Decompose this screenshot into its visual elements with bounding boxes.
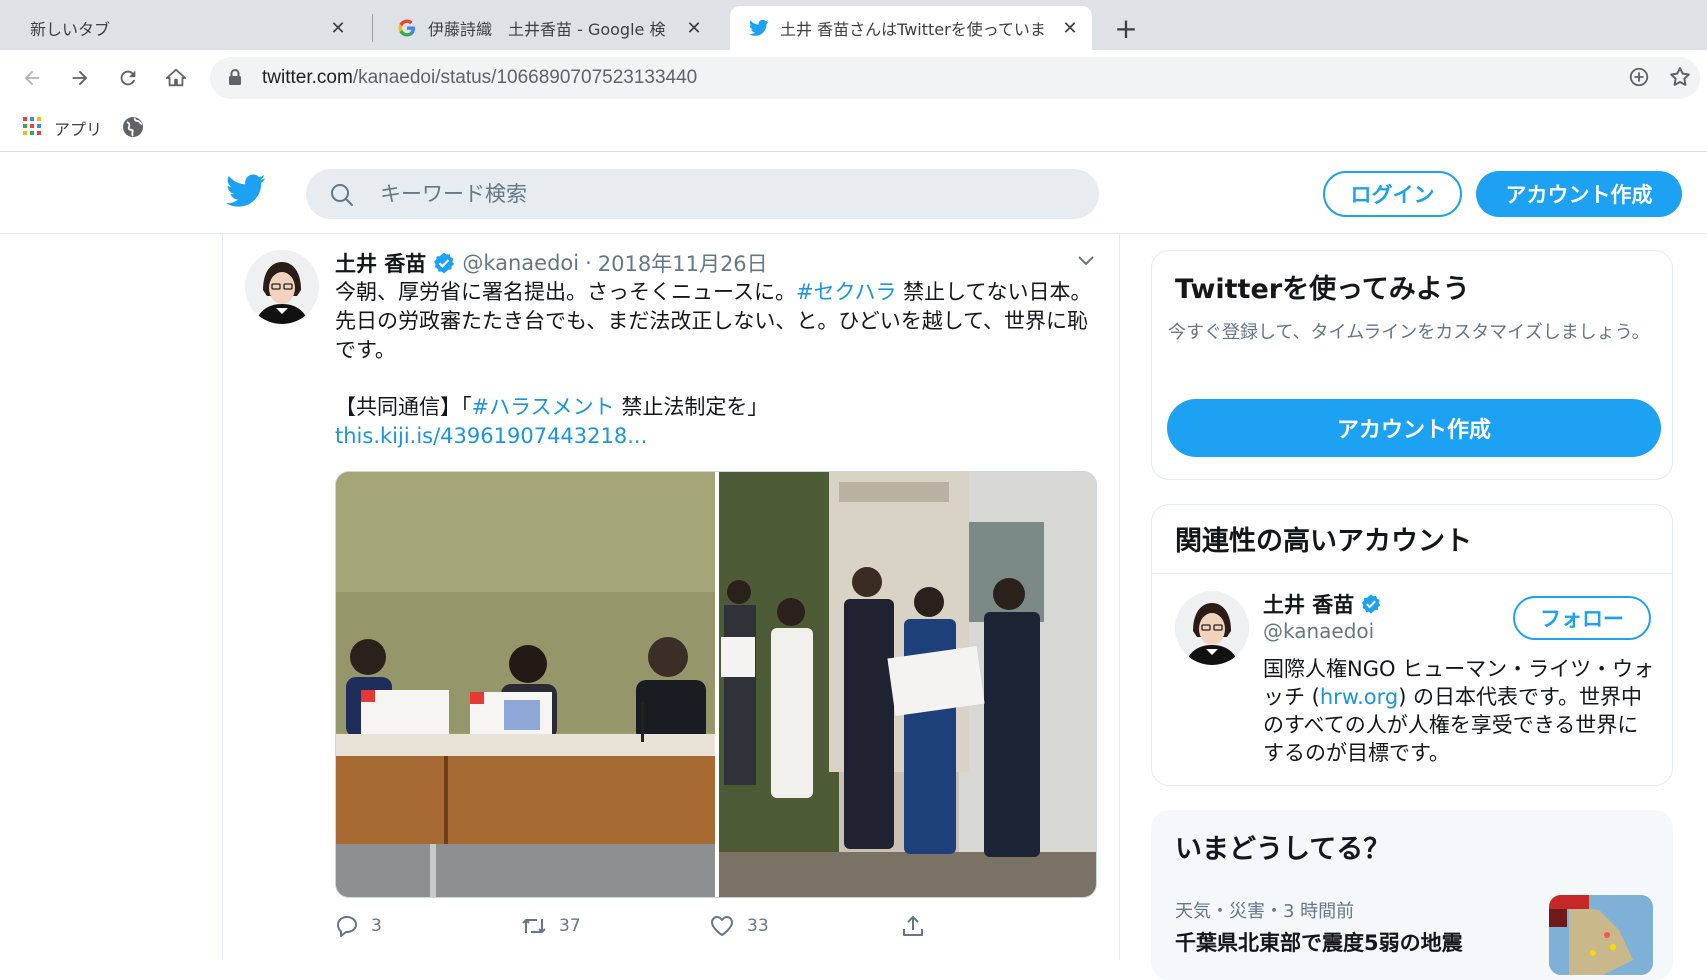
retweet-button[interactable]: 37 <box>521 914 581 938</box>
like-button[interactable]: 33 <box>709 914 769 938</box>
bookmarks-bar: アプリ <box>0 106 1707 152</box>
home-icon[interactable] <box>158 60 194 96</box>
trend-headline[interactable]: 千葉県北東部で震度5弱の地震 <box>1175 927 1463 957</box>
like-count: 33 <box>747 916 769 936</box>
search-icon <box>330 183 354 211</box>
tweet-actions: 3 37 33 <box>335 914 1015 944</box>
author-name[interactable]: 土井 香苗 <box>335 248 426 278</box>
tab-label: 土井 香苗さんはTwitterを使っていま <box>780 20 1046 39</box>
signup-button[interactable]: アカウント作成 <box>1476 171 1682 217</box>
address-bar[interactable]: twitter.com/kanaedoi/status/106689070752… <box>210 57 1700 99</box>
chevron-down-icon[interactable] <box>1077 252 1095 271</box>
author-handle[interactable]: @kanaedoi <box>462 251 579 275</box>
globe-icon[interactable] <box>122 116 144 142</box>
browser-toolbar: twitter.com/kanaedoi/status/106689070752… <box>0 50 1707 106</box>
install-app-icon[interactable] <box>1628 66 1650 92</box>
related-accounts-card: 関連性の高いアカウント 土井 香苗 @kanaedoi フォロー 国際人権NGO… <box>1151 504 1673 786</box>
news-map-thumbnail[interactable] <box>1549 895 1653 975</box>
forward-arrow-icon[interactable] <box>62 60 98 96</box>
tweet-text-part: 今朝、厚労省に署名提出。さっそくニュースに。 <box>335 280 796 304</box>
follow-button[interactable]: フォロー <box>1513 596 1651 640</box>
tweet-detail: 土井 香苗 @kanaedoi · 2018年11月26日 今朝、厚労省に署名提… <box>222 234 1120 960</box>
lock-icon <box>228 68 242 90</box>
reply-button[interactable]: 3 <box>335 914 382 938</box>
reply-count: 3 <box>371 916 382 936</box>
bookmark-star-icon[interactable] <box>1668 65 1692 93</box>
search-input[interactable] <box>380 169 1070 219</box>
trend-meta: 天気・災害・3 時間前 <box>1175 901 1355 922</box>
heart-icon <box>711 916 733 936</box>
related-account-name-line[interactable]: 土井 香苗 <box>1263 589 1388 619</box>
twitter-header: ログイン アカウント作成 <box>0 152 1707 234</box>
login-button[interactable]: ログイン <box>1323 171 1462 217</box>
signup-card-subtitle: 今すぐ登録して、タイムラインをカスタマイズしましょう。 <box>1168 322 1650 343</box>
dot-separator: · <box>585 251 592 275</box>
trends-title: いまどうしてる？ <box>1175 834 1391 865</box>
reload-icon[interactable] <box>110 60 146 96</box>
related-account-name: 土井 香苗 <box>1263 593 1355 617</box>
related-account-bio: 国際人権NGO ヒューマン・ライツ・ウォッチ (hrw.org) の日本代表です… <box>1263 655 1658 767</box>
url-text: twitter.com/kanaedoi/status/106689070752… <box>262 67 697 89</box>
share-icon[interactable] <box>901 914 925 938</box>
photo-press-conference[interactable] <box>336 472 715 897</box>
tab-label: 新しいタブ <box>30 20 111 39</box>
avatar[interactable] <box>245 250 319 324</box>
tab-new-tab[interactable]: 新しいタブ ✕ <box>12 6 360 50</box>
browser-tab-strip: 新しいタブ ✕ 伊藤詩織 土井香苗 - Google 検 ✕ 土井 香苗さんはT… <box>0 0 1707 50</box>
signup-card-title: Twitterを使ってみよう <box>1175 274 1470 305</box>
verified-badge-icon <box>432 251 456 275</box>
create-account-button[interactable]: アカウント作成 <box>1167 399 1661 457</box>
tab-separator <box>372 14 373 42</box>
article-link[interactable]: this.kiji.is/43961907443218... <box>335 424 647 448</box>
apps-grid-icon <box>22 116 42 140</box>
url-path: /kanaedoi/status/1066890707523133440 <box>352 67 698 88</box>
avatar[interactable] <box>1175 591 1249 665</box>
twitter-bird-icon <box>748 17 770 39</box>
photo-group-outside[interactable] <box>719 472 1096 897</box>
tweet-text-part: 禁止法制定を」 <box>614 395 769 419</box>
bookmark-apps[interactable]: アプリ <box>22 116 102 140</box>
tab-close-icon[interactable]: ✕ <box>682 16 706 40</box>
search-box <box>306 169 1099 219</box>
related-account-handle[interactable]: @kanaedoi <box>1263 619 1374 643</box>
tweet-text: 今朝、厚労省に署名提出。さっそくニュースに。#セクハラ 禁止してない日本。先日の… <box>335 278 1095 451</box>
reply-icon <box>337 916 357 937</box>
verified-badge-icon <box>1360 593 1382 615</box>
tweet-photos <box>335 471 1097 898</box>
tweet-text-part: 【共同通信】「 <box>335 395 472 419</box>
apps-label: アプリ <box>54 120 103 139</box>
tweet-author-line: 土井 香苗 @kanaedoi · 2018年11月26日 <box>335 248 768 278</box>
tab-twitter[interactable]: 土井 香苗さんはTwitterを使っていま ✕ <box>730 6 1092 50</box>
tweet-date[interactable]: 2018年11月26日 <box>598 248 768 278</box>
divider <box>1152 573 1672 574</box>
tab-close-icon[interactable]: ✕ <box>326 16 350 40</box>
retweet-icon <box>522 919 546 933</box>
hashtag-link[interactable]: #セクハラ <box>796 280 897 304</box>
signup-prompt-card: Twitterを使ってみよう 今すぐ登録して、タイムラインをカスタマイズしましょ… <box>1151 250 1673 480</box>
url-host: twitter.com <box>262 67 353 88</box>
twitter-logo-icon[interactable] <box>226 174 266 212</box>
tab-label: 伊藤詩織 土井香苗 - Google 検 <box>428 20 666 39</box>
tab-google-search[interactable]: 伊藤詩織 土井香苗 - Google 検 ✕ <box>378 6 716 50</box>
google-icon <box>396 17 418 39</box>
bio-link[interactable]: hrw.org <box>1320 685 1398 709</box>
retweet-count: 37 <box>559 916 581 936</box>
new-tab-plus-icon[interactable]: + <box>1108 10 1144 46</box>
tab-close-icon[interactable]: ✕ <box>1058 16 1082 40</box>
back-arrow-icon[interactable] <box>14 60 50 96</box>
related-accounts-title: 関連性の高いアカウント <box>1175 526 1472 557</box>
trends-card: いまどうしてる？ 天気・災害・3 時間前 千葉県北東部で震度5弱の地震 <box>1151 810 1673 980</box>
hashtag-link[interactable]: #ハラスメント <box>472 395 615 419</box>
